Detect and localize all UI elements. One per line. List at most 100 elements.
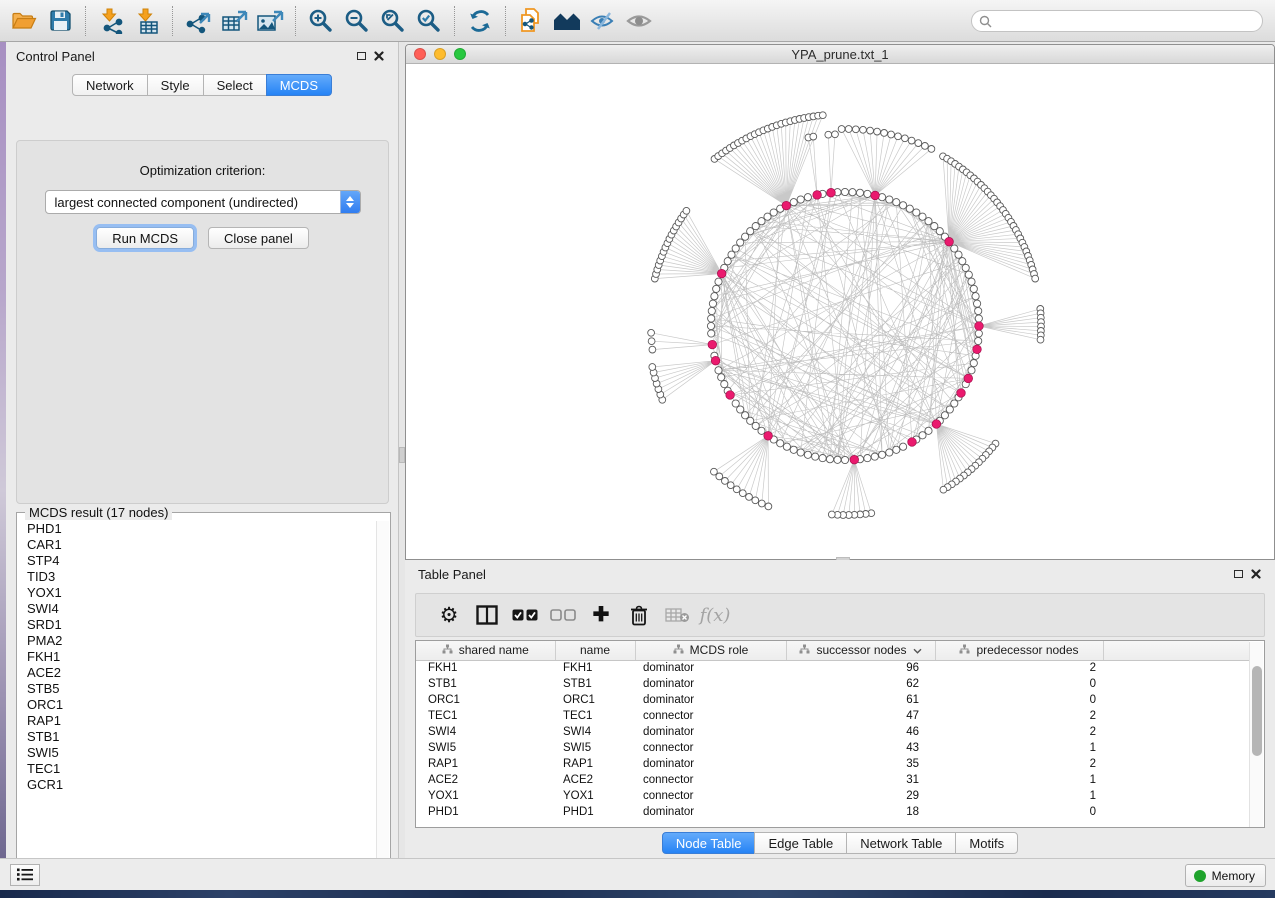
zoom-fit-button[interactable]	[375, 3, 411, 39]
table-scrollbar[interactable]	[1249, 642, 1263, 828]
deselect-columns-button[interactable]	[544, 597, 582, 633]
attribute-tree-icon	[673, 643, 684, 657]
save-session-button[interactable]	[42, 3, 78, 39]
mcds-result-item[interactable]: PMA2	[18, 633, 376, 649]
delete-table-icon	[665, 607, 690, 623]
mcds-result-item[interactable]: YOX1	[18, 585, 376, 601]
mcds-result-item[interactable]: PHD1	[18, 521, 376, 537]
delete-column-button[interactable]	[620, 597, 658, 633]
network-graph[interactable]	[406, 64, 1274, 560]
import-table-button[interactable]	[129, 3, 165, 39]
mcds-result-item[interactable]: STB1	[18, 729, 376, 745]
tab-network-table[interactable]: Network Table	[846, 832, 956, 854]
table-scrollbar-thumb[interactable]	[1252, 666, 1262, 756]
import-network-icon	[98, 8, 124, 34]
search-input[interactable]	[992, 14, 1262, 28]
float-panel-button[interactable]	[352, 48, 370, 64]
mcds-result-list[interactable]: PHD1CAR1STP4TID3YOX1SWI4SRD1PMA2FKH1ACE2…	[18, 521, 376, 877]
mcds-result-item[interactable]: RAP1	[18, 713, 376, 729]
export-table-icon	[221, 8, 248, 34]
table-row[interactable]: RAP1RAP1dominator352	[416, 756, 1249, 772]
mcds-result-item[interactable]: CAR1	[18, 537, 376, 553]
table-row[interactable]: PHD1PHD1dominator180	[416, 804, 1249, 820]
mcds-result-item[interactable]: SWI5	[18, 745, 376, 761]
import-table-icon	[134, 8, 160, 34]
table-row[interactable]: ACE2ACE2connector311	[416, 772, 1249, 788]
zoom-in-button[interactable]	[303, 3, 339, 39]
eye-slash-icon	[589, 10, 617, 32]
fx-icon: f(x)	[700, 605, 731, 626]
float-icon	[1234, 570, 1243, 578]
close-icon	[374, 51, 384, 61]
column-header-MCDS-role[interactable]: MCDS role	[635, 641, 786, 660]
hide-selected-button[interactable]	[585, 3, 621, 39]
tab-motifs[interactable]: Motifs	[955, 832, 1018, 854]
delete-table-button[interactable]	[658, 597, 696, 633]
open-file-button[interactable]	[6, 3, 42, 39]
mcds-result-item[interactable]: ORC1	[18, 697, 376, 713]
search-field[interactable]	[971, 10, 1263, 32]
close-icon	[1251, 569, 1261, 579]
application-window: Control Panel NetworkStyleSelectMCDS Opt…	[0, 0, 1275, 898]
zoom-out-button[interactable]	[339, 3, 375, 39]
table-row[interactable]: FKH1FKH1dominator962	[416, 660, 1249, 676]
mcds-result-scrollbar[interactable]	[376, 521, 389, 877]
run-mcds-button[interactable]: Run MCDS	[96, 227, 194, 249]
export-network-button[interactable]	[180, 3, 216, 39]
import-network-button[interactable]	[93, 3, 129, 39]
table-toolbar: ⚙ ✚	[415, 593, 1265, 637]
mcds-pane: Optimization criterion: largest connecte…	[16, 140, 389, 504]
close-panel-action-button[interactable]: Close panel	[208, 227, 309, 249]
tab-style[interactable]: Style	[147, 74, 204, 96]
sort-desc-icon	[913, 643, 922, 657]
memory-button[interactable]: Memory	[1185, 864, 1266, 887]
tab-edge-table[interactable]: Edge Table	[754, 832, 847, 854]
mcds-result-item[interactable]: FKH1	[18, 649, 376, 665]
float-table-panel-button[interactable]	[1229, 566, 1247, 582]
close-table-panel-button[interactable]	[1247, 566, 1265, 582]
network-canvas[interactable]	[406, 64, 1274, 560]
mcds-result-item[interactable]: TEC1	[18, 761, 376, 777]
first-neighbors-button[interactable]	[549, 3, 585, 39]
mcds-result-item[interactable]: STB5	[18, 681, 376, 697]
table-row[interactable]: TEC1TEC1connector472	[416, 708, 1249, 724]
mcds-result-item[interactable]: GCR1	[18, 777, 376, 793]
show-all-button[interactable]	[621, 3, 657, 39]
table-settings-button[interactable]: ⚙	[430, 597, 468, 633]
add-column-button[interactable]: ✚	[582, 597, 620, 633]
duplicate-network-button[interactable]	[513, 3, 549, 39]
refresh-icon	[467, 8, 493, 34]
column-header-name[interactable]: name	[555, 641, 635, 660]
column-layout-button[interactable]	[468, 597, 506, 633]
table-row[interactable]: YOX1YOX1connector291	[416, 788, 1249, 804]
tab-network[interactable]: Network	[72, 74, 148, 96]
tab-node-table[interactable]: Node Table	[662, 832, 756, 854]
refresh-layout-button[interactable]	[462, 3, 498, 39]
column-header-successor-nodes[interactable]: successor nodes	[786, 641, 935, 660]
export-image-button[interactable]	[252, 3, 288, 39]
mcds-result-item[interactable]: ACE2	[18, 665, 376, 681]
tab-select[interactable]: Select	[203, 74, 267, 96]
table-row[interactable]: STB1STB1dominator620	[416, 676, 1249, 692]
tab-mcds[interactable]: MCDS	[266, 74, 332, 96]
mcds-result-item[interactable]: SRD1	[18, 617, 376, 633]
zoom-in-icon	[308, 8, 334, 34]
close-panel-button[interactable]	[370, 48, 388, 64]
eye-icon	[625, 10, 653, 32]
function-builder-button[interactable]: f(x)	[696, 597, 734, 633]
table-row[interactable]: SWI4SWI4dominator462	[416, 724, 1249, 740]
task-history-button[interactable]	[10, 864, 40, 886]
select-all-columns-button[interactable]	[506, 597, 544, 633]
zoom-selected-button[interactable]	[411, 3, 447, 39]
mcds-result-item[interactable]: TID3	[18, 569, 376, 585]
criterion-select[interactable]: largest connected component (undirected)	[45, 190, 361, 214]
node-table-grid[interactable]: shared namenameMCDS rolesuccessor nodesp…	[416, 641, 1249, 820]
table-row[interactable]: ORC1ORC1dominator610	[416, 692, 1249, 708]
mcds-result-item[interactable]: STP4	[18, 553, 376, 569]
mcds-result-item[interactable]: SWI4	[18, 601, 376, 617]
column-header-shared-name[interactable]: shared name	[416, 641, 555, 660]
table-row[interactable]: SWI5SWI5connector431	[416, 740, 1249, 756]
column-header-predecessor-nodes[interactable]: predecessor nodes	[935, 641, 1103, 660]
export-table-button[interactable]	[216, 3, 252, 39]
search-icon	[979, 15, 992, 28]
